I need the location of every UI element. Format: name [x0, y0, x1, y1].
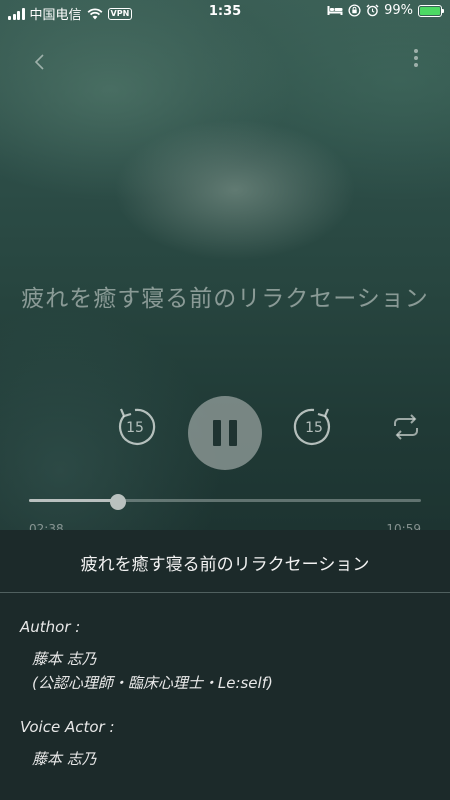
remaining-time: 10:59: [386, 522, 421, 530]
skip-back-seconds: 15: [126, 420, 144, 436]
author-role: (公認心理師・臨床心理士・Le:self): [32, 674, 273, 692]
playback-controls: 15 15: [0, 390, 450, 480]
voice-actor-name: 藤本 志乃: [32, 750, 97, 768]
battery-percent: 99%: [384, 3, 413, 18]
skip-forward-seconds: 15: [305, 420, 323, 436]
repeat-button[interactable]: [388, 412, 424, 442]
track-title-large: 疲れを癒す寝る前のリラクセーション: [21, 286, 429, 312]
progress-slider[interactable]: [29, 494, 421, 510]
pause-icon: [213, 420, 221, 446]
status-bar: 中国电信 VPN 1:35 99%: [0, 0, 450, 24]
pause-button[interactable]: [188, 396, 262, 470]
skip-back-button[interactable]: 15: [111, 403, 159, 451]
elapsed-time: 02:38: [29, 522, 64, 530]
time-labels: 02:38 10:59: [29, 522, 421, 530]
bed-icon: [327, 6, 343, 15]
more-options-button[interactable]: [406, 45, 426, 71]
info-title: 疲れを癒す寝る前のリラクセーション: [80, 555, 370, 575]
progress-knob[interactable]: [110, 494, 127, 510]
author-name: 藤本 志乃: [32, 650, 97, 668]
orientation-lock-icon: [348, 4, 361, 17]
author-label: Author :: [20, 618, 81, 636]
battery-icon: [418, 4, 444, 17]
repeat-icon: [394, 414, 418, 440]
skip-forward-button[interactable]: 15: [290, 403, 338, 451]
back-icon: [34, 54, 44, 70]
info-sheet: 疲れを癒す寝る前のリラクセーション Author : 藤本 志乃 (公認心理師・…: [0, 530, 450, 800]
more-icon: [414, 49, 418, 67]
voice-actor-label: Voice Actor :: [20, 718, 115, 736]
battery-fill: [420, 6, 440, 15]
divider: [0, 592, 450, 593]
status-right: 99%: [327, 3, 444, 18]
alarm-icon: [366, 4, 379, 17]
progress-fill: [29, 499, 119, 502]
back-button[interactable]: [28, 50, 52, 74]
